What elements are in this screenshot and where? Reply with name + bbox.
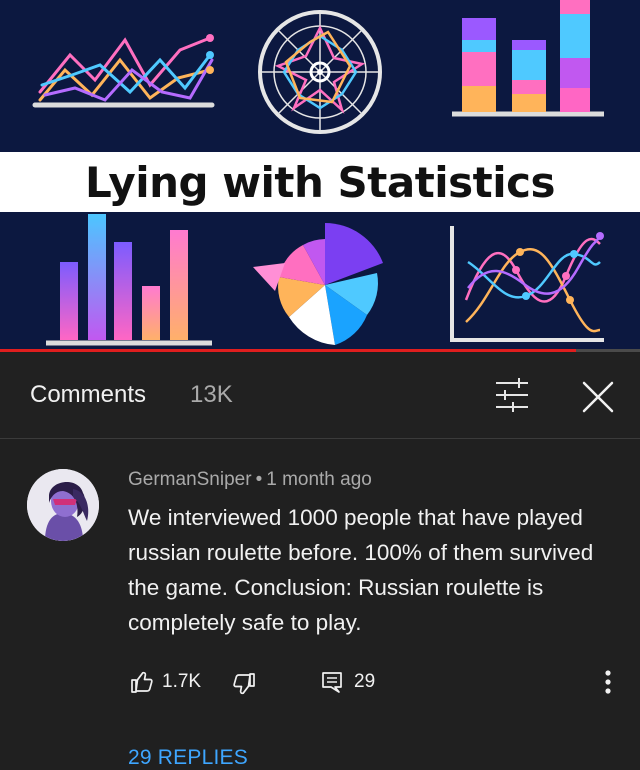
view-replies-link[interactable]: 29 REPLIES <box>128 746 248 770</box>
comment-actions: 1.7K 29 <box>0 662 640 702</box>
video-thumbnail[interactable]: Lying with Statistics <box>0 0 640 352</box>
line-chart-graphic-2 <box>450 226 604 342</box>
like-count: 1.7K <box>162 671 202 692</box>
avatar-image <box>27 469 99 541</box>
video-progress-fill <box>0 349 576 352</box>
radar-chart-graphic <box>258 10 382 134</box>
reply-count: 29 <box>354 671 376 692</box>
pie-chart-graphic <box>253 222 383 345</box>
comments-count: 13K <box>190 381 233 408</box>
thumbnail-title-band: Lying with Statistics <box>0 152 640 212</box>
avatar[interactable] <box>27 469 99 541</box>
comment-time: 1 month ago <box>266 469 372 490</box>
comments-title: Comments <box>30 381 147 408</box>
sort-filter-icon[interactable] <box>492 377 532 413</box>
video-progress-bar[interactable] <box>0 349 640 352</box>
comment-item: GermanSniper • 1 month ago We interviewed … <box>0 440 640 770</box>
line-chart-graphic-1 <box>32 34 215 108</box>
thumbs-up-icon[interactable] <box>130 670 154 694</box>
comment-text: We interviewed 1000 people that have pla… <box>128 505 594 635</box>
reply-icon[interactable] <box>320 670 344 694</box>
thumbnail-title: Lying with Statistics <box>84 157 556 207</box>
close-icon[interactable] <box>578 377 618 417</box>
thumbs-down-icon[interactable] <box>232 672 256 696</box>
comment-meta: GermanSniper • 1 month ago <box>128 469 372 491</box>
more-vertical-icon[interactable] <box>598 668 618 696</box>
meta-separator: • <box>255 469 263 490</box>
bar-chart-graphic <box>46 214 212 346</box>
comment-author[interactable]: GermanSniper <box>128 469 252 490</box>
comments-header: Comments 13K <box>0 353 640 439</box>
stacked-bar-graphic <box>452 0 604 117</box>
